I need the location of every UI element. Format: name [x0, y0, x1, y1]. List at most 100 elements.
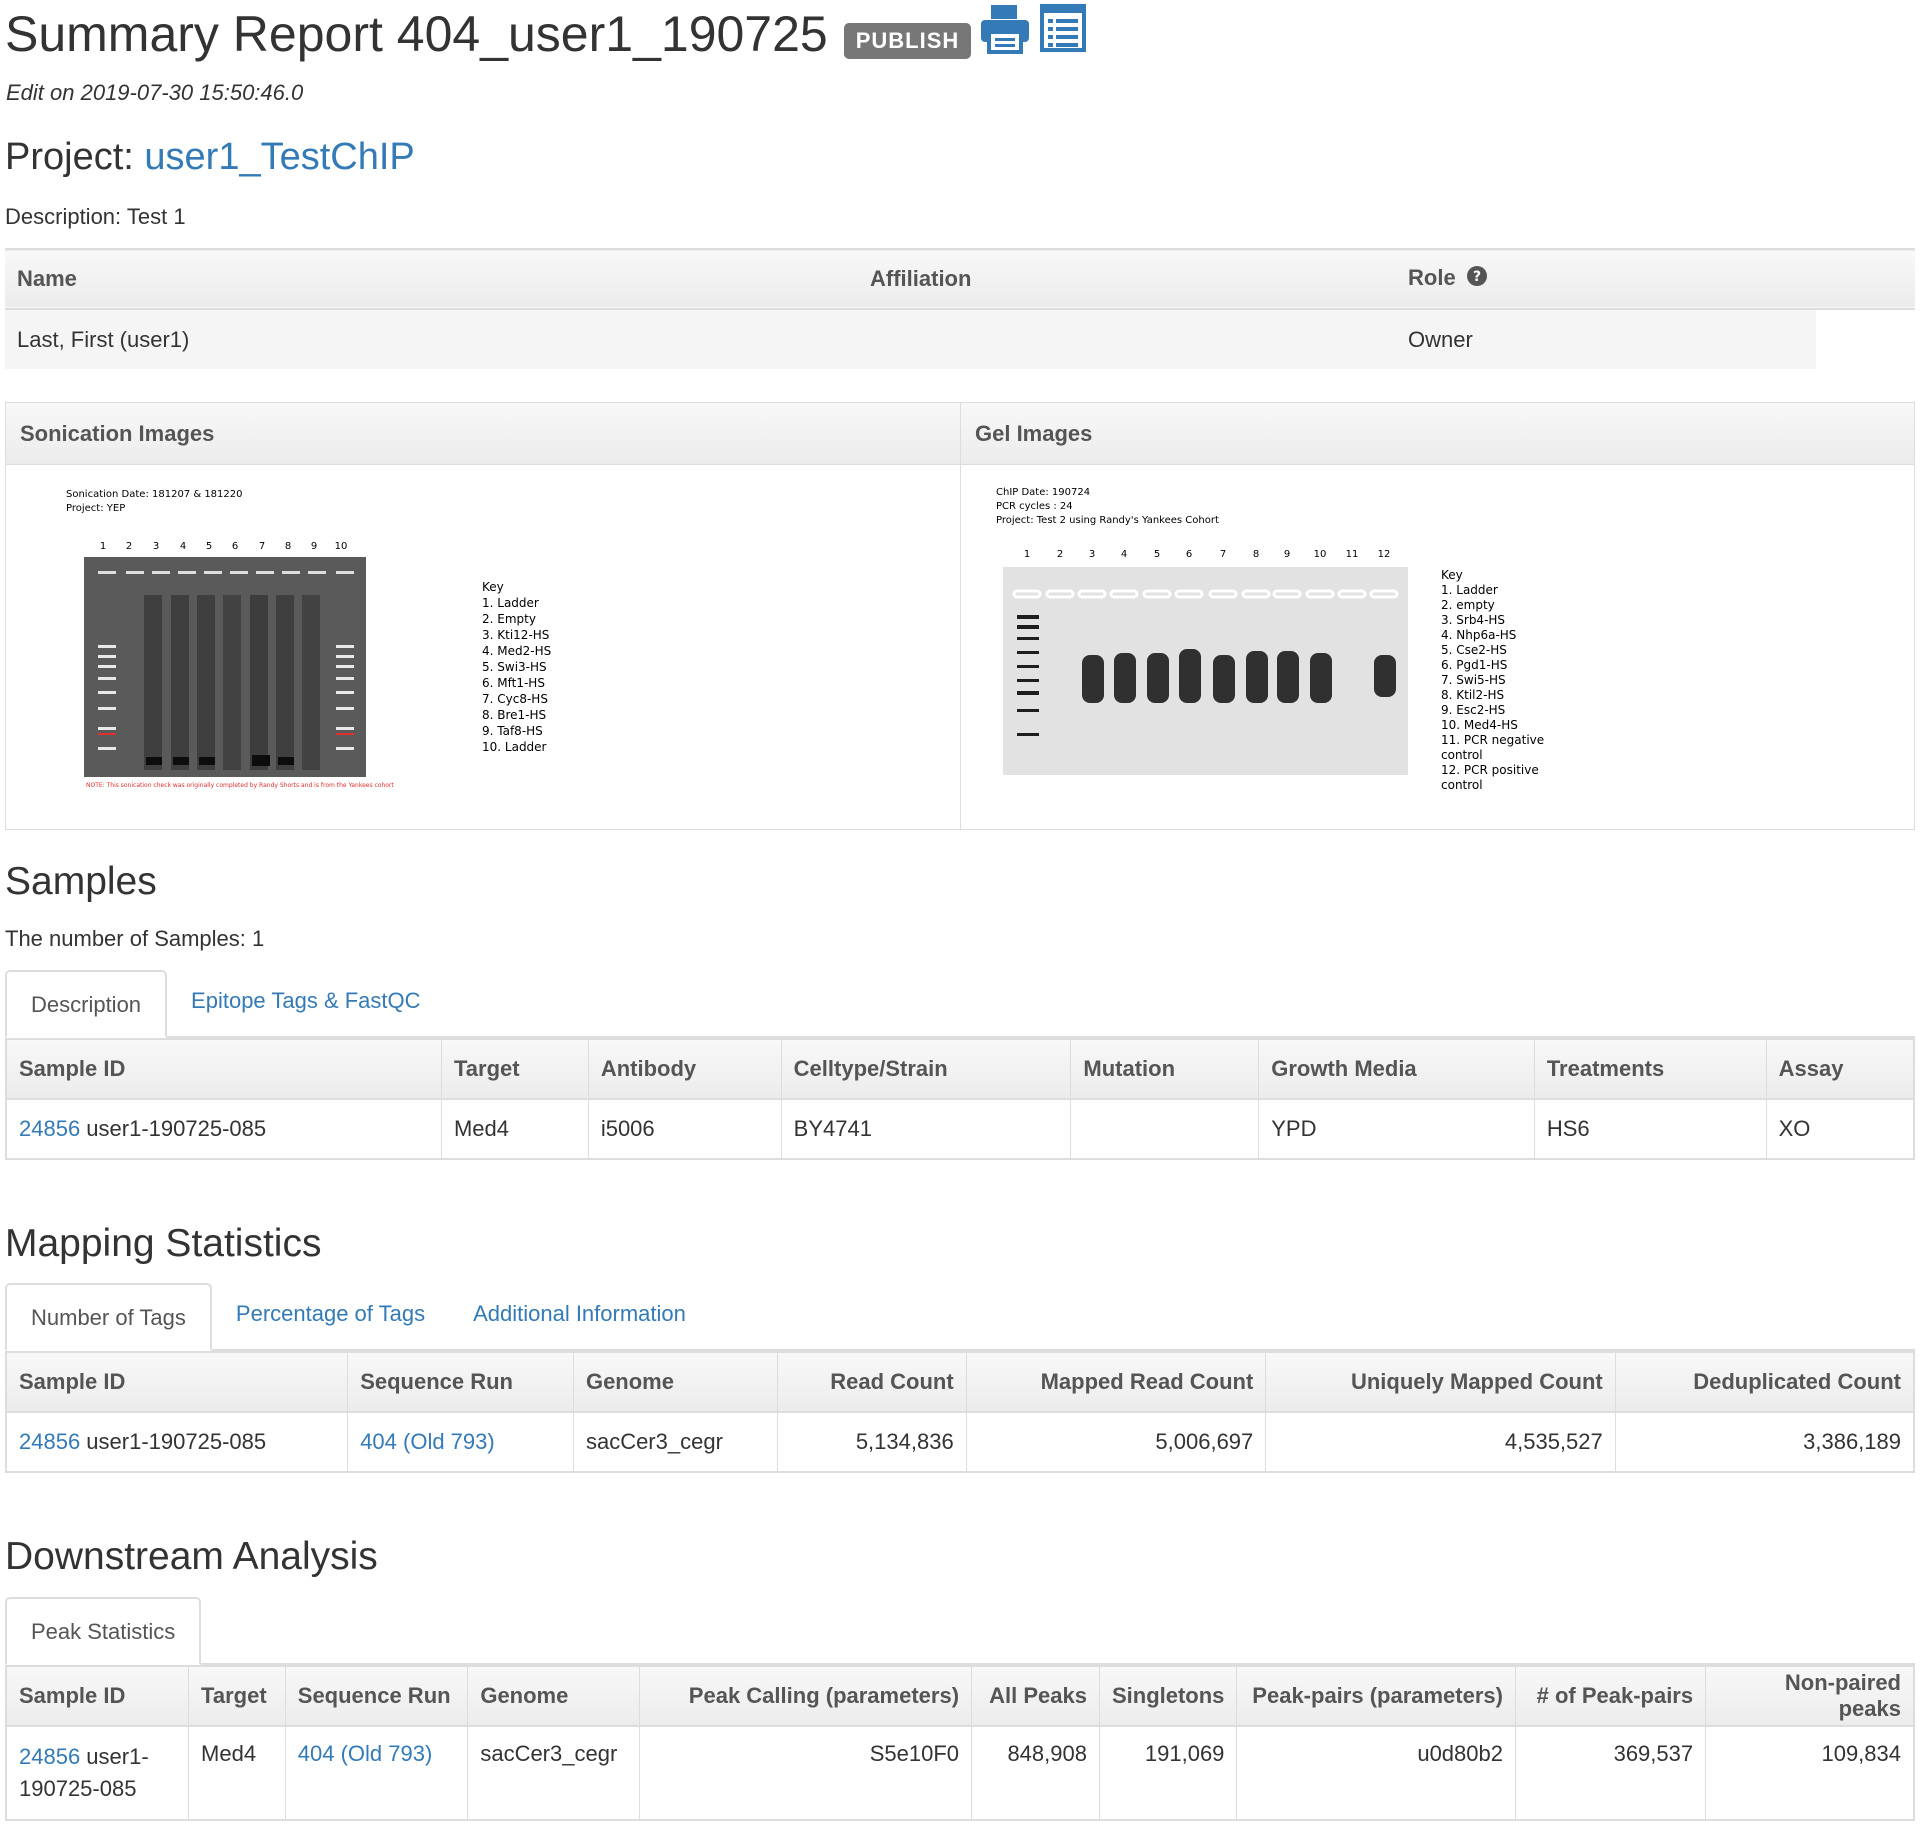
gel-key-item: 4. Nhp6a-HS [1441, 628, 1516, 642]
col-uniquely-mapped-count[interactable]: Uniquely Mapped Count [1265, 1352, 1616, 1413]
gel-lane-label: 6 [1186, 549, 1192, 560]
table-row: 24856 user1-190725-085 Med4 i5006 BY4741… [6, 1099, 1914, 1159]
gel-key-title: Key [1441, 568, 1463, 582]
sonication-heading: Sonication Images [6, 403, 960, 465]
sonication-info-2: Project: YEP [66, 503, 125, 514]
sample-name: user1-190725-085 [80, 1116, 267, 1141]
col-genome[interactable]: Genome [573, 1352, 778, 1413]
tab-peak-statistics[interactable]: Peak Statistics [5, 1597, 202, 1665]
peak-pairs-params-cell: u0d80b2 [1236, 1726, 1516, 1820]
gel-lane-label: 2 [1057, 549, 1063, 560]
gel-image[interactable]: ChIP Date: 190724 PCR cycles : 24 Projec… [961, 465, 1915, 829]
sonication-key-item: 5. Swi3-HS [482, 660, 547, 674]
sonication-key-item: 9. Taf8-HS [482, 724, 543, 738]
sonication-key: Key 1. Ladder 2. Empty 3. Kti12-HS 4. Me… [482, 580, 551, 754]
sequence-run-cell: 404 (Old 793) [347, 1412, 574, 1472]
col-sample-id[interactable]: Sample ID [6, 1352, 349, 1413]
sonication-key-item: 1. Ladder [482, 596, 539, 610]
samples-count: The number of Samples: 1 [5, 926, 265, 951]
sample-id-link[interactable]: 24856 [19, 1744, 80, 1769]
member-name: Last, First (user1) [5, 309, 858, 369]
strain-cell: BY4741 [781, 1099, 1072, 1159]
gel-key-item: 8. Ktil2-HS [1441, 688, 1504, 702]
gel-lane-label: 12 [1378, 549, 1391, 560]
col-mapped-read-count[interactable]: Mapped Read Count [966, 1352, 1267, 1413]
sample-id-link[interactable]: 24856 [19, 1429, 80, 1454]
col-sequence-run[interactable]: Sequence Run [285, 1666, 469, 1727]
gel-key-item: 6. Pgd1-HS [1441, 658, 1507, 672]
sonication-lane-label: 6 [232, 541, 238, 552]
treatments-cell: HS6 [1534, 1099, 1767, 1159]
gel-lane-label: 8 [1253, 549, 1259, 560]
svg-text:?: ? [1473, 269, 1481, 285]
genome-cell: sacCer3_cegr [467, 1726, 640, 1820]
sequence-run-link[interactable]: 404 (Old 793) [360, 1429, 495, 1454]
col-antibody[interactable]: Antibody [588, 1039, 782, 1100]
edit-timestamp: Edit on 2019-07-30 15:50:46.0 [6, 80, 304, 105]
growth-media-cell: YPD [1258, 1099, 1535, 1159]
gel-key-item: control [1441, 778, 1483, 792]
project-heading: Project: user1_TestChIP [5, 136, 415, 179]
sonication-info-1: Sonication Date: 181207 & 181220 [66, 489, 243, 500]
sonication-key-item: 3. Kti12-HS [482, 628, 549, 642]
col-treatments[interactable]: Treatments [1534, 1039, 1767, 1100]
col-non-paired-peaks[interactable]: Non-paired peaks [1705, 1666, 1914, 1727]
gel-key-item: 11. PCR negative [1441, 733, 1544, 747]
publish-button[interactable]: PUBLISH [843, 23, 972, 59]
sonication-lane-label: 4 [180, 541, 186, 552]
col-growth-media[interactable]: Growth Media [1258, 1039, 1535, 1100]
peak-statistics-table: Sample ID Target Sequence Run Genome Pea… [5, 1665, 1915, 1821]
sonication-key-item: 6. Mft1-HS [482, 676, 545, 690]
mapping-header-row: Sample ID Sequence Run Genome Read Count… [6, 1352, 1914, 1413]
tab-additional-information[interactable]: Additional Information [449, 1281, 710, 1349]
sample-name-part-1: user1- [80, 1744, 149, 1769]
sonication-key-item: 4. Med2-HS [482, 644, 551, 658]
col-assay[interactable]: Assay [1766, 1039, 1914, 1100]
col-singletons[interactable]: Singletons [1099, 1666, 1238, 1727]
sequence-run-cell: 404 (Old 793) [285, 1726, 469, 1820]
sonication-lane-label: 7 [259, 541, 265, 552]
sonication-lane-label: 2 [126, 541, 132, 552]
gel-heading: Gel Images [961, 403, 1914, 465]
sequence-run-link[interactable]: 404 (Old 793) [298, 1741, 433, 1766]
tab-epitope-tags-fastqc[interactable]: Epitope Tags & FastQC [167, 968, 445, 1036]
col-all-peaks[interactable]: All Peaks [971, 1666, 1100, 1727]
project-label: Project: [5, 136, 134, 178]
col-target[interactable]: Target [441, 1039, 589, 1100]
project-link[interactable]: user1_TestChIP [144, 136, 414, 178]
sample-id-link[interactable]: 24856 [19, 1116, 80, 1141]
member-role: Owner [1396, 309, 1816, 369]
read-count-cell: 5,134,836 [777, 1412, 967, 1472]
member-row: Last, First (user1) Owner [5, 309, 1915, 369]
page-title: Summary Report 404_user1_190725 [5, 6, 828, 62]
sonication-image[interactable]: Sonication Date: 181207 & 181220 Project… [6, 465, 961, 829]
tab-percentage-of-tags[interactable]: Percentage of Tags [212, 1281, 449, 1349]
col-celltype-strain[interactable]: Celltype/Strain [781, 1039, 1072, 1100]
col-read-count[interactable]: Read Count [777, 1352, 967, 1413]
all-peaks-cell: 848,908 [971, 1726, 1100, 1820]
antibody-cell: i5006 [588, 1099, 782, 1159]
col-target[interactable]: Target [188, 1666, 286, 1727]
col-sample-id[interactable]: Sample ID [6, 1666, 190, 1727]
col-deduplicated-count[interactable]: Deduplicated Count [1615, 1352, 1914, 1413]
col-peak-pairs[interactable]: Peak-pairs (parameters) [1236, 1666, 1516, 1727]
col-genome[interactable]: Genome [467, 1666, 640, 1727]
sonication-panel: Sonication Images Sonication Date: 18120… [6, 403, 960, 829]
printer-icon[interactable] [979, 2, 1031, 60]
col-sample-id[interactable]: Sample ID [6, 1039, 442, 1100]
genome-cell: sacCer3_cegr [573, 1412, 778, 1472]
col-peak-calling[interactable]: Peak Calling (parameters) [639, 1666, 973, 1727]
sonication-lane-label: 9 [311, 541, 317, 552]
tab-description[interactable]: Description [5, 970, 168, 1038]
non-paired-peaks-cell: 109,834 [1821, 1741, 1901, 1766]
sonication-lane-label: 1 [100, 541, 106, 552]
col-num-peak-pairs[interactable]: # of Peak-pairs [1515, 1666, 1707, 1727]
list-icon[interactable] [1039, 3, 1087, 59]
gel-key-item: 3. Srb4-HS [1441, 613, 1505, 627]
tab-number-of-tags[interactable]: Number of Tags [5, 1283, 212, 1351]
col-sequence-run[interactable]: Sequence Run [347, 1352, 574, 1413]
col-mutation[interactable]: Mutation [1070, 1039, 1260, 1100]
gel-info-3: Project: Test 2 using Randy's Yankees Co… [996, 515, 1219, 526]
question-circle-icon[interactable]: ? [1466, 265, 1488, 293]
num-peak-pairs-cell: 369,537 [1515, 1726, 1707, 1820]
